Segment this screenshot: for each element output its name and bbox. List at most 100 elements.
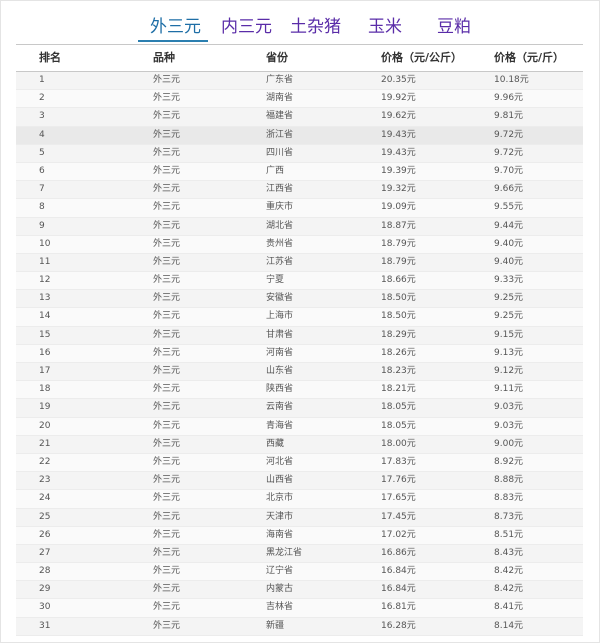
variety-cell: 外三元	[153, 420, 181, 431]
rank-cell: 7	[39, 184, 45, 195]
table-row: 29 外三元 内蒙古 16.84元 8.42元	[16, 581, 583, 600]
price-kg-cell: 16.28元	[381, 620, 416, 631]
header-price-per-jin: 价格（元/斤）	[494, 51, 565, 64]
table-row: 7 外三元 江西省 19.32元 9.66元	[16, 181, 583, 200]
province-cell: 江苏省	[266, 256, 294, 267]
table-row: 25 外三元 天津市 17.45元 8.73元	[16, 508, 583, 527]
price-jin-cell: 9.44元	[494, 220, 524, 231]
rank-cell: 25	[39, 511, 51, 522]
price-jin-cell: 8.88元	[494, 475, 524, 486]
table-row: 23 外三元 山西省 17.76元 8.88元	[16, 472, 583, 491]
table-row: 18 外三元 陕西省 18.21元 9.11元	[16, 381, 583, 400]
table-row: 24 外三元 北京市 17.65元 8.83元	[16, 490, 583, 509]
rank-cell: 28	[39, 566, 51, 577]
province-cell: 贵州省	[266, 238, 294, 249]
price-jin-cell: 8.73元	[494, 511, 524, 522]
tab-dou-po[interactable]: 豆粕	[437, 14, 471, 40]
table-row: 30 外三元 吉林省 16.81元 8.41元	[16, 599, 583, 618]
variety-cell: 外三元	[153, 184, 181, 195]
rank-cell: 19	[39, 402, 51, 413]
table-row: 11 外三元 江苏省 18.79元 9.40元	[16, 253, 583, 273]
price-kg-cell: 18.50元	[381, 311, 416, 322]
price-kg-cell: 18.21元	[381, 384, 416, 395]
tab-yu-mi[interactable]: 玉米	[368, 14, 402, 40]
province-cell: 西藏	[266, 438, 285, 449]
price-jin-cell: 8.83元	[494, 493, 524, 504]
province-cell: 安徽省	[266, 293, 294, 304]
rank-cell: 20	[39, 420, 51, 431]
variety-cell: 外三元	[153, 529, 181, 540]
price-jin-cell: 9.81元	[494, 111, 524, 122]
price-kg-cell: 17.76元	[381, 475, 416, 486]
table-row: 5 外三元 四川省 19.43元 9.72元	[16, 144, 583, 163]
province-cell: 河南省	[266, 347, 294, 358]
tab-nei-san-yuan[interactable]: 内三元	[221, 14, 272, 40]
province-cell: 新疆	[266, 620, 285, 631]
price-kg-cell: 18.05元	[381, 402, 416, 413]
rank-cell: 16	[39, 347, 51, 358]
price-jin-cell: 9.03元	[494, 420, 524, 431]
province-cell: 广东省	[266, 75, 294, 85]
price-kg-cell: 17.02元	[381, 529, 416, 540]
table-body: 1 外三元 广东省 20.35元 10.18元 2 外三元 湖南省 19.92元 9.96元 3 外三…	[16, 72, 583, 636]
price-kg-cell: 18.29元	[381, 329, 416, 340]
price-kg-cell: 18.00元	[381, 438, 416, 449]
rank-cell: 3	[39, 111, 45, 122]
rank-cell: 17	[39, 366, 51, 376]
table-row: 2 外三元 湖南省 19.92元 9.96元	[16, 90, 583, 109]
province-cell: 陕西省	[266, 384, 294, 395]
price-ranking-table: 排名 品种 省份 价格（元/公斤） 价格（元/斤） 1 外三元 广东省 20.35元 1…	[16, 44, 583, 636]
price-jin-cell: 9.25元	[494, 311, 524, 322]
price-kg-cell: 18.66元	[381, 275, 416, 286]
table-row: 17 外三元 山东省 18.23元 9.12元	[16, 363, 583, 382]
price-jin-cell: 9.33元	[494, 275, 524, 286]
table-row: 10 外三元 贵州省 18.79元 9.40元	[16, 235, 583, 254]
price-jin-cell: 9.70元	[494, 165, 524, 176]
price-kg-cell: 16.84元	[381, 584, 416, 595]
variety-cell: 外三元	[153, 620, 181, 631]
rank-cell: 2	[39, 93, 45, 104]
province-cell: 北京市	[266, 493, 294, 504]
variety-cell: 外三元	[153, 329, 181, 340]
rank-cell: 6	[39, 165, 45, 176]
header-rank: 排名	[39, 51, 61, 64]
province-cell: 湖北省	[266, 220, 294, 231]
price-kg-cell: 16.84元	[381, 566, 416, 577]
price-jin-cell: 8.41元	[494, 602, 524, 613]
tab-wai-san-yuan[interactable]: 外三元	[150, 14, 201, 40]
price-kg-cell: 19.09元	[381, 202, 416, 213]
province-cell: 吉林省	[266, 602, 294, 613]
province-cell: 黑龙江省	[266, 547, 303, 558]
variety-cell: 外三元	[153, 93, 181, 104]
province-cell: 辽宁省	[266, 566, 294, 577]
price-jin-cell: 9.55元	[494, 202, 524, 213]
variety-cell: 外三元	[153, 402, 181, 413]
rank-cell: 8	[39, 202, 45, 213]
province-cell: 天津市	[266, 511, 294, 522]
variety-cell: 外三元	[153, 311, 181, 322]
price-kg-cell: 18.79元	[381, 238, 416, 249]
table-row: 26 外三元 海南省 17.02元 8.51元	[16, 526, 583, 545]
price-jin-cell: 9.11元	[494, 384, 524, 395]
variety-cell: 外三元	[153, 456, 181, 467]
price-kg-cell: 16.86元	[381, 547, 416, 558]
header-province: 省份	[266, 51, 288, 64]
table-row: 21 外三元 西藏 18.00元 9.00元	[16, 435, 583, 454]
table-row: 13 外三元 安徽省 18.50元 9.25元	[16, 290, 583, 309]
rank-cell: 12	[39, 275, 51, 286]
rank-cell: 30	[39, 602, 51, 613]
price-jin-cell: 9.72元	[494, 147, 524, 158]
table-row: 3 外三元 福建省 19.62元 9.81元	[16, 108, 583, 127]
price-kg-cell: 18.87元	[381, 220, 416, 231]
rank-cell: 10	[39, 238, 51, 249]
price-kg-cell: 17.83元	[381, 456, 416, 467]
variety-cell: 外三元	[153, 165, 181, 176]
rank-cell: 27	[39, 547, 51, 558]
tab-tu-za-zhu[interactable]: 土杂猪	[290, 14, 341, 40]
variety-cell: 外三元	[153, 129, 181, 140]
price-kg-cell: 18.79元	[381, 256, 416, 267]
table-row: 28 外三元 辽宁省 16.84元 8.42元	[16, 563, 583, 582]
province-cell: 甘肃省	[266, 329, 294, 340]
price-kg-cell: 19.43元	[381, 129, 416, 140]
rank-cell: 14	[39, 311, 51, 322]
